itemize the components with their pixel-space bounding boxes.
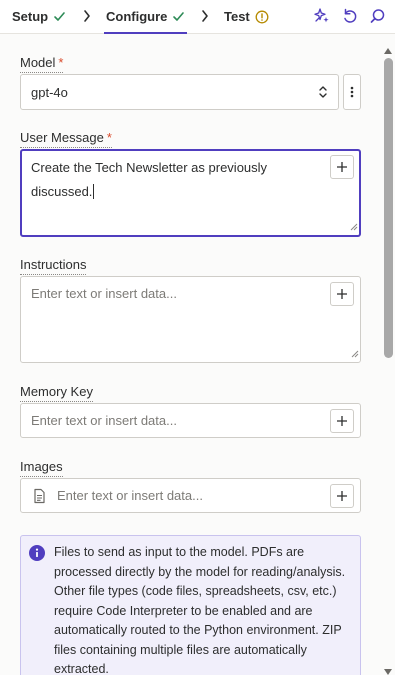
checkmark-icon — [172, 10, 185, 23]
checkmark-icon — [53, 10, 66, 23]
instructions-input[interactable]: Enter text or insert data... — [20, 276, 361, 363]
model-label: Model * — [20, 55, 64, 73]
step-test[interactable]: Test — [224, 0, 269, 33]
required-indicator: * — [58, 55, 64, 70]
model-options-button[interactable] — [343, 74, 361, 110]
document-icon — [33, 488, 46, 507]
chevron-right-icon — [82, 8, 92, 24]
user-message-input[interactable]: Create the Tech Newsletter as previously… — [20, 149, 361, 237]
step-setup[interactable]: Setup — [12, 0, 66, 33]
user-message-value: Create the Tech Newsletter as previously… — [31, 160, 268, 199]
insert-data-button[interactable] — [330, 282, 354, 306]
step-setup-label: Setup — [12, 9, 49, 24]
insert-data-button[interactable] — [330, 155, 354, 179]
model-select-value: gpt-4o — [31, 84, 68, 100]
instructions-label: Instructions — [20, 257, 87, 275]
info-text: Files to send as input to the model. PDF… — [54, 545, 346, 675]
chevron-up-down-icon — [317, 84, 329, 103]
search-icon[interactable] — [367, 5, 389, 27]
resize-handle-icon[interactable] — [351, 346, 359, 361]
memory-key-placeholder: Enter text or insert data... — [31, 413, 177, 428]
scroll-up-arrow-icon[interactable] — [384, 41, 392, 59]
model-select[interactable]: gpt-4o — [20, 74, 339, 110]
plus-icon — [337, 289, 347, 299]
user-message-label: User Message * — [20, 130, 112, 148]
step-test-label: Test — [224, 9, 250, 24]
images-label: Images — [20, 459, 63, 477]
plus-icon — [337, 162, 347, 172]
chevron-right-icon — [200, 8, 210, 24]
info-icon — [29, 545, 45, 566]
plus-icon — [337, 491, 347, 501]
memory-key-label: Memory Key — [20, 384, 93, 402]
warning-icon — [255, 10, 269, 24]
text-caret — [93, 184, 95, 199]
images-placeholder: Enter text or insert data... — [57, 488, 203, 503]
insert-data-button[interactable] — [330, 409, 354, 433]
insert-data-button[interactable] — [330, 484, 354, 508]
form-content: Model * gpt-4o User Message * Create the T… — [0, 35, 380, 675]
scrollbar[interactable] — [381, 36, 395, 675]
undo-icon[interactable] — [339, 5, 361, 27]
more-vertical-icon — [350, 86, 354, 98]
sparkle-icon[interactable] — [311, 5, 333, 27]
images-input[interactable]: Enter text or insert data... — [20, 478, 361, 513]
images-info-box: Files to send as input to the model. PDF… — [20, 535, 361, 675]
scroll-down-arrow-icon[interactable] — [384, 662, 392, 675]
step-configure[interactable]: Configure — [103, 0, 188, 34]
memory-key-input[interactable]: Enter text or insert data... — [20, 403, 361, 438]
resize-handle-icon[interactable] — [350, 219, 358, 234]
plus-icon — [337, 416, 347, 426]
required-indicator: * — [106, 130, 112, 145]
step-configure-label: Configure — [106, 9, 168, 24]
step-navigation: Setup Configure Test — [0, 0, 395, 34]
instructions-placeholder: Enter text or insert data... — [31, 286, 177, 301]
scrollbar-thumb[interactable] — [384, 58, 393, 358]
